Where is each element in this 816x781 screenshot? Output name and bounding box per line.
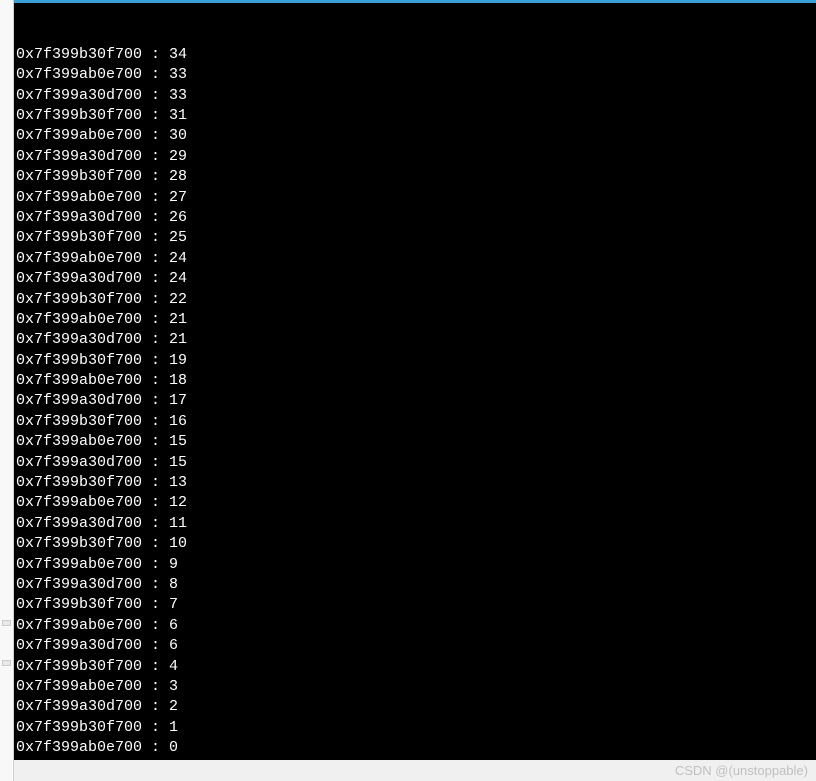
terminal-line: 0x7f399ab0e700 : 3 (16, 677, 814, 697)
terminal-line: 0x7f399ab0e700 : 15 (16, 432, 814, 452)
terminal-line: 0x7f399ab0e700 : 6 (16, 616, 814, 636)
terminal-line: 0x7f399b30f700 : 22 (16, 290, 814, 310)
gutter-mark (2, 660, 11, 666)
terminal-line: 0x7f399a30d700 : 11 (16, 514, 814, 534)
watermark-text: CSDN @(unstoppable) (675, 763, 808, 778)
terminal-line: 0x7f399a30d700 : 15 (16, 453, 814, 473)
terminal-panel[interactable]: 0x7f399b30f700 : 340x7f399ab0e700 : 330x… (14, 3, 816, 760)
terminal-line: 0x7f399ab0e700 : 12 (16, 493, 814, 513)
terminal-line: 0x7f399ab0e700 : 21 (16, 310, 814, 330)
terminal-line: 0x7f399b30f700 : 4 (16, 657, 814, 677)
terminal-line: 0x7f399ab0e700 : 33 (16, 65, 814, 85)
terminal-line: 0x7f399b30f700 : 16 (16, 412, 814, 432)
terminal-output: 0x7f399b30f700 : 340x7f399ab0e700 : 330x… (16, 45, 814, 760)
terminal-line: 0x7f399a30d700 : 21 (16, 330, 814, 350)
terminal-line: 0x7f399a30d700 : 33 (16, 86, 814, 106)
terminal-line: 0x7f399a30d700 : 17 (16, 391, 814, 411)
terminal-line: 0x7f399b30f700 : 1 (16, 718, 814, 738)
editor-gutter (0, 0, 14, 781)
terminal-line: 0x7f399a30d700 : 26 (16, 208, 814, 228)
terminal-line: 0x7f399b30f700 : 25 (16, 228, 814, 248)
terminal-line: 0x7f399b30f700 : 31 (16, 106, 814, 126)
terminal-line: 0x7f399a30d700 : 6 (16, 636, 814, 656)
terminal-line: 0x7f399ab0e700 : 27 (16, 188, 814, 208)
terminal-line: 0x7f399b30f700 : 7 (16, 595, 814, 615)
terminal-line: 0x7f399ab0e700 : 24 (16, 249, 814, 269)
gutter-mark (2, 620, 11, 626)
terminal-line: 0x7f399ab0e700 : 0 (16, 738, 814, 758)
terminal-line: 0x7f399a30d700 : 2 (16, 697, 814, 717)
terminal-line: 0x7f399b30f700 : 10 (16, 534, 814, 554)
terminal-line: 0x7f399ab0e700 : 18 (16, 371, 814, 391)
terminal-line: 0x7f399ab0e700 : 30 (16, 126, 814, 146)
terminal-line: 0x7f399b30f700 : 34 (16, 45, 814, 65)
terminal-line: 0x7f399a30d700 : 29 (16, 147, 814, 167)
terminal-line: 0x7f399b30f700 : 19 (16, 351, 814, 371)
terminal-line: 0x7f399a30d700 : 0 (16, 758, 814, 760)
terminal-line: 0x7f399b30f700 : 13 (16, 473, 814, 493)
terminal-line: 0x7f399b30f700 : 28 (16, 167, 814, 187)
terminal-line: 0x7f399ab0e700 : 9 (16, 555, 814, 575)
terminal-line: 0x7f399a30d700 : 24 (16, 269, 814, 289)
terminal-line: 0x7f399a30d700 : 8 (16, 575, 814, 595)
